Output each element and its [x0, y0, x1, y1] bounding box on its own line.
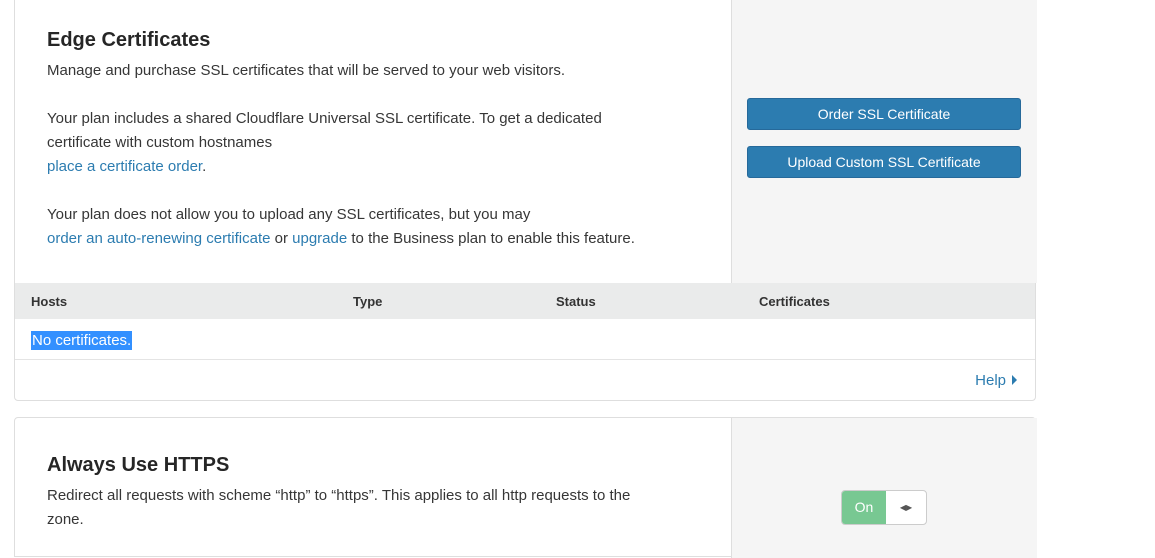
- edge-certificates-card: Edge Certificates Manage and purchase SS…: [14, 0, 1037, 401]
- https-description-line-1: Redirect all requests with scheme “http”…: [47, 487, 631, 504]
- always-use-https-title: Always Use HTTPS: [47, 454, 230, 476]
- caret-right-icon: [1012, 375, 1017, 385]
- edge-certificates-description: Manage and purchase SSL certificates tha…: [47, 62, 566, 79]
- column-header-status[interactable]: Status: [556, 294, 596, 309]
- order-link-suffix: .: [202, 158, 207, 175]
- or-text: or: [270, 230, 293, 247]
- always-use-https-card: Always Use HTTPS Redirect all requests w…: [14, 417, 1037, 558]
- upload-custom-ssl-certificate-button[interactable]: Upload Custom SSL Certificate: [747, 146, 1021, 178]
- upgrade-suffix-text: to the Business plan to enable this feat…: [347, 230, 635, 247]
- always-use-https-toggle[interactable]: On ◀▶: [841, 490, 927, 525]
- place-certificate-order-link[interactable]: place a certificate order: [47, 158, 202, 175]
- column-header-hosts[interactable]: Hosts: [31, 294, 67, 309]
- order-auto-renewing-certificate-link[interactable]: order an auto-renewing certificate: [47, 230, 270, 247]
- toggle-arrows-icon: ◀▶: [899, 503, 913, 512]
- column-header-type[interactable]: Type: [353, 294, 382, 309]
- certificates-table-empty-row: No certificates.: [15, 319, 1035, 360]
- always-use-https-description: Redirect all requests with scheme “http”…: [47, 484, 630, 532]
- toggle-on-label: On: [842, 491, 886, 524]
- help-link[interactable]: Help: [975, 372, 1017, 389]
- plan-info-line-2: certificate with custom hostnames: [47, 134, 273, 151]
- no-certificates-text: No certificates.: [31, 331, 133, 350]
- column-header-certificates[interactable]: Certificates: [759, 294, 830, 309]
- order-ssl-certificate-button[interactable]: Order SSL Certificate: [747, 98, 1021, 130]
- always-use-https-toggle-panel: [731, 418, 1037, 558]
- upload-info-text: Your plan does not allow you to upload a…: [47, 203, 635, 251]
- certificates-table-header: Hosts Type Status Certificates: [15, 283, 1035, 319]
- edge-certificates-title: Edge Certificates: [47, 29, 211, 51]
- edge-certificates-actions-panel: [731, 0, 1037, 283]
- plan-info-text: Your plan includes a shared Cloudflare U…: [47, 107, 602, 179]
- upload-info-line-1: Your plan does not allow you to upload a…: [47, 206, 531, 223]
- upgrade-link[interactable]: upgrade: [292, 230, 347, 247]
- https-description-line-2: zone.: [47, 511, 84, 528]
- help-label: Help: [975, 372, 1006, 389]
- plan-info-line-1: Your plan includes a shared Cloudflare U…: [47, 110, 602, 127]
